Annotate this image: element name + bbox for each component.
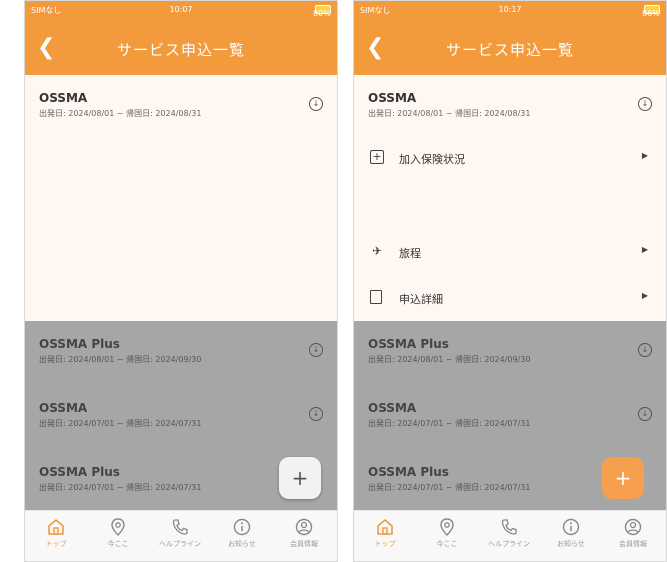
location-pin-icon xyxy=(440,518,454,536)
tab-member[interactable]: 会員情報 xyxy=(602,517,664,549)
info-icon xyxy=(562,518,580,536)
tab-helpline[interactable]: ヘルプライン xyxy=(149,517,211,549)
card-title: OSSMA Plus xyxy=(39,337,120,351)
menu-item-insurance-status[interactable]: + 加入保険状況 ▶ xyxy=(354,139,666,177)
application-card[interactable]: OSSMA Plus 出発日: 2024/08/01 ~ 帰国日: 2024/0… xyxy=(25,321,337,385)
screen-right: SIMなし 10:17 86% ❮ サービス申込一覧 OSSMA 出発日: 20… xyxy=(353,0,667,562)
chevron-right-icon: ▶ xyxy=(641,291,648,300)
tab-news[interactable]: お知らせ xyxy=(540,517,602,549)
application-card[interactable]: OSSMA 出発日: 2024/07/01 ~ 帰国日: 2024/07/31 … xyxy=(354,385,666,449)
tab-label: トップ xyxy=(45,540,67,548)
tab-label: トップ xyxy=(374,540,396,548)
info-icon xyxy=(233,518,251,536)
tab-top[interactable]: トップ xyxy=(25,517,87,549)
tab-helpline[interactable]: ヘルプライン xyxy=(478,517,540,549)
clock: 10:17 xyxy=(498,5,522,14)
card-dates: 出発日: 2024/08/01 ~ 帰国日: 2024/08/31 xyxy=(39,109,202,118)
card-dates: 出発日: 2024/07/01 ~ 帰国日: 2024/07/31 xyxy=(368,419,531,428)
application-card-expanded[interactable]: OSSMA 出発日: 2024/08/01 ~ 帰国日: 2024/08/31 … xyxy=(354,75,666,135)
card-title: OSSMA xyxy=(368,401,417,415)
tab-label: 今ここ xyxy=(107,540,129,548)
menu-item-label: 加入保険状況 xyxy=(399,153,465,166)
tab-label: ヘルプライン xyxy=(159,540,201,548)
status-bar: SIMなし 10:07 80% xyxy=(25,1,337,21)
card-title: OSSMA xyxy=(39,91,88,105)
application-card[interactable]: OSSMA Plus 出発日: 2024/08/01 ~ 帰国日: 2024/0… xyxy=(354,321,666,385)
screen-left: SIMなし 10:07 80% ❮ サービス申込一覧 OSSMA 出発日: 20… xyxy=(24,0,338,562)
download-icon[interactable]: ↓ xyxy=(309,343,323,357)
airplane-icon: ✈ xyxy=(371,244,383,258)
home-icon xyxy=(48,518,64,535)
user-icon xyxy=(624,518,642,536)
card-title: OSSMA Plus xyxy=(368,337,449,351)
card-title: OSSMA xyxy=(39,401,88,415)
card-dates: 出発日: 2024/08/01 ~ 帰国日: 2024/09/30 xyxy=(39,355,202,364)
location-pin-icon xyxy=(111,518,125,536)
tab-label: 会員情報 xyxy=(290,540,318,548)
download-icon[interactable]: ↓ xyxy=(309,407,323,421)
card-title: OSSMA Plus xyxy=(368,465,449,479)
menu-item-label: 申込詳細 xyxy=(399,293,443,306)
app-header: ❮ サービス申込一覧 xyxy=(354,21,666,75)
card-dates: 出発日: 2024/08/01 ~ 帰国日: 2024/08/31 xyxy=(368,109,531,118)
battery-percent: 80% xyxy=(313,9,331,18)
menu-item-itinerary[interactable]: ✈ 旅程 ▶ xyxy=(354,233,666,271)
card-dates: 出発日: 2024/08/01 ~ 帰国日: 2024/09/30 xyxy=(368,355,531,364)
card-title: OSSMA xyxy=(368,91,417,105)
add-button[interactable]: + xyxy=(279,457,321,499)
tab-label: お知らせ xyxy=(557,540,585,548)
card-dates: 出発日: 2024/07/01 ~ 帰国日: 2024/07/31 xyxy=(39,419,202,428)
menu-item-application-details[interactable]: 申込詳細 ▶ xyxy=(354,279,666,317)
download-icon[interactable]: ↓ xyxy=(638,343,652,357)
chevron-right-icon: ▶ xyxy=(641,151,648,160)
battery-indicator: 80% xyxy=(313,5,331,18)
battery-indicator: 86% xyxy=(642,5,660,18)
tab-label: 会員情報 xyxy=(619,540,647,548)
tab-bar: トップ 今ここ ヘルプライン お知らせ 会員情報 xyxy=(354,510,666,561)
phone-icon xyxy=(172,519,188,535)
chevron-right-icon: ▶ xyxy=(641,245,648,254)
download-icon[interactable]: ↓ xyxy=(638,97,652,111)
tab-label: お知らせ xyxy=(228,540,256,548)
card-title: OSSMA Plus xyxy=(39,465,120,479)
phone-icon xyxy=(501,519,517,535)
tab-top[interactable]: トップ xyxy=(354,517,416,549)
tab-bar: トップ 今ここ ヘルプライン お知らせ 会員情報 xyxy=(25,510,337,561)
download-icon[interactable]: ↓ xyxy=(309,97,323,111)
plus-square-icon: + xyxy=(370,150,384,164)
tab-location[interactable]: 今ここ xyxy=(416,517,478,549)
application-card-expanded[interactable]: OSSMA 出発日: 2024/08/01 ~ 帰国日: 2024/08/31 … xyxy=(25,75,337,135)
app-header: ❮ サービス申込一覧 xyxy=(25,21,337,75)
tab-location[interactable]: 今ここ xyxy=(87,517,149,549)
page-title: サービス申込一覧 xyxy=(116,41,245,59)
clock: 10:07 xyxy=(169,5,193,14)
home-icon xyxy=(377,518,393,535)
tab-member[interactable]: 会員情報 xyxy=(273,517,335,549)
tab-label: 今ここ xyxy=(436,540,458,548)
book-icon xyxy=(370,290,382,304)
card-dates: 出発日: 2024/07/01 ~ 帰国日: 2024/07/31 xyxy=(368,483,531,492)
menu-item-label: 旅程 xyxy=(399,247,421,260)
page-title: サービス申込一覧 xyxy=(445,41,574,59)
status-bar: SIMなし 10:17 86% xyxy=(354,1,666,21)
card-dates: 出発日: 2024/07/01 ~ 帰国日: 2024/07/31 xyxy=(39,483,202,492)
tab-label: ヘルプライン xyxy=(488,540,530,548)
expanded-panel xyxy=(25,135,337,321)
battery-percent: 86% xyxy=(642,9,660,18)
tab-news[interactable]: お知らせ xyxy=(211,517,273,549)
user-icon xyxy=(295,518,313,536)
application-card[interactable]: OSSMA 出発日: 2024/07/01 ~ 帰国日: 2024/07/31 … xyxy=(25,385,337,449)
add-button[interactable]: + xyxy=(602,457,644,499)
download-icon[interactable]: ↓ xyxy=(638,407,652,421)
